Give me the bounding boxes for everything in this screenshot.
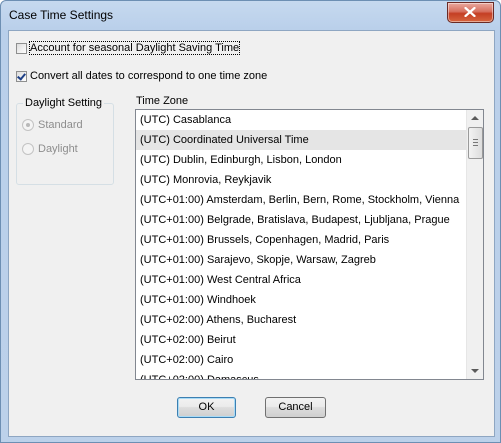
daylight-setting-label: Daylight Setting <box>23 97 105 109</box>
time-zone-listbox[interactable]: (UTC) Casablanca (UTC) Coordinated Unive… <box>135 109 484 380</box>
list-item[interactable]: (UTC+01:00) Belgrade, Bratislava, Budape… <box>136 210 466 230</box>
list-item[interactable]: (UTC+01:00) Brussels, Copenhagen, Madrid… <box>136 230 466 250</box>
cancel-button-label: Cancel <box>278 401 313 413</box>
convert-dates-label[interactable]: Convert all dates to correspond to one t… <box>30 70 267 82</box>
thumb-grip-line <box>473 145 478 146</box>
window-title: Case Time Settings <box>9 8 114 22</box>
cancel-button[interactable]: Cancel <box>265 397 326 418</box>
list-item[interactable]: (UTC) Casablanca <box>136 110 466 130</box>
scroll-thumb[interactable] <box>468 127 483 159</box>
close-button[interactable] <box>447 2 494 23</box>
list-item[interactable]: (UTC+02:00) Athens, Bucharest <box>136 310 466 330</box>
close-icon <box>464 7 476 17</box>
list-item[interactable]: (UTC) Monrovia, Reykjavik <box>136 170 466 190</box>
seasonal-dst-checkbox-box[interactable] <box>16 42 27 54</box>
list-item[interactable]: (UTC+01:00) Amsterdam, Berlin, Bern, Rom… <box>136 190 466 210</box>
time-zone-list: (UTC) Casablanca (UTC) Coordinated Unive… <box>136 110 466 379</box>
ok-button-label: OK <box>198 401 215 413</box>
list-item[interactable]: (UTC+02:00) Damascus <box>136 370 466 379</box>
scroll-up-arrow-icon[interactable] <box>467 110 483 126</box>
list-item-selected[interactable]: (UTC) Coordinated Universal Time <box>136 130 466 150</box>
list-item[interactable]: (UTC+02:00) Cairo <box>136 350 466 370</box>
dialog-client-area: Account for seasonal Daylight Saving Tim… <box>8 30 495 437</box>
convert-dates-checkbox[interactable]: Convert all dates to correspond to one t… <box>16 70 267 82</box>
radio-standard-label[interactable]: Standard <box>38 119 83 131</box>
list-item[interactable]: (UTC+01:00) Sarajevo, Skopje, Warsaw, Za… <box>136 250 466 270</box>
seasonal-dst-checkbox[interactable]: Account for seasonal Daylight Saving Tim… <box>16 41 241 55</box>
title-bar[interactable]: Case Time Settings <box>1 1 500 29</box>
vertical-scrollbar[interactable] <box>466 110 483 379</box>
list-item[interactable]: (UTC+01:00) West Central Africa <box>136 270 466 290</box>
radio-daylight-button[interactable] <box>22 143 34 155</box>
radio-daylight[interactable]: Daylight <box>22 143 78 155</box>
daylight-setting-group: Daylight Setting Standard Daylight <box>16 97 114 185</box>
thumb-grip-line <box>473 142 478 143</box>
list-item[interactable]: (UTC+01:00) Windhoek <box>136 290 466 310</box>
radio-standard-button[interactable] <box>22 119 34 131</box>
dialog-window: Case Time Settings Account for seasonal … <box>0 0 501 443</box>
radio-daylight-label[interactable]: Daylight <box>38 143 78 155</box>
time-zone-label: Time Zone <box>136 95 189 107</box>
ok-button[interactable]: OK <box>177 397 236 418</box>
seasonal-dst-label[interactable]: Account for seasonal Daylight Saving Tim… <box>28 41 241 55</box>
list-item[interactable]: (UTC) Dublin, Edinburgh, Lisbon, London <box>136 150 466 170</box>
thumb-grip-line <box>473 139 478 140</box>
scroll-down-arrow-icon[interactable] <box>467 363 483 379</box>
convert-dates-checkbox-box[interactable] <box>16 70 27 82</box>
radio-standard[interactable]: Standard <box>22 119 83 131</box>
list-item[interactable]: (UTC+02:00) Beirut <box>136 330 466 350</box>
